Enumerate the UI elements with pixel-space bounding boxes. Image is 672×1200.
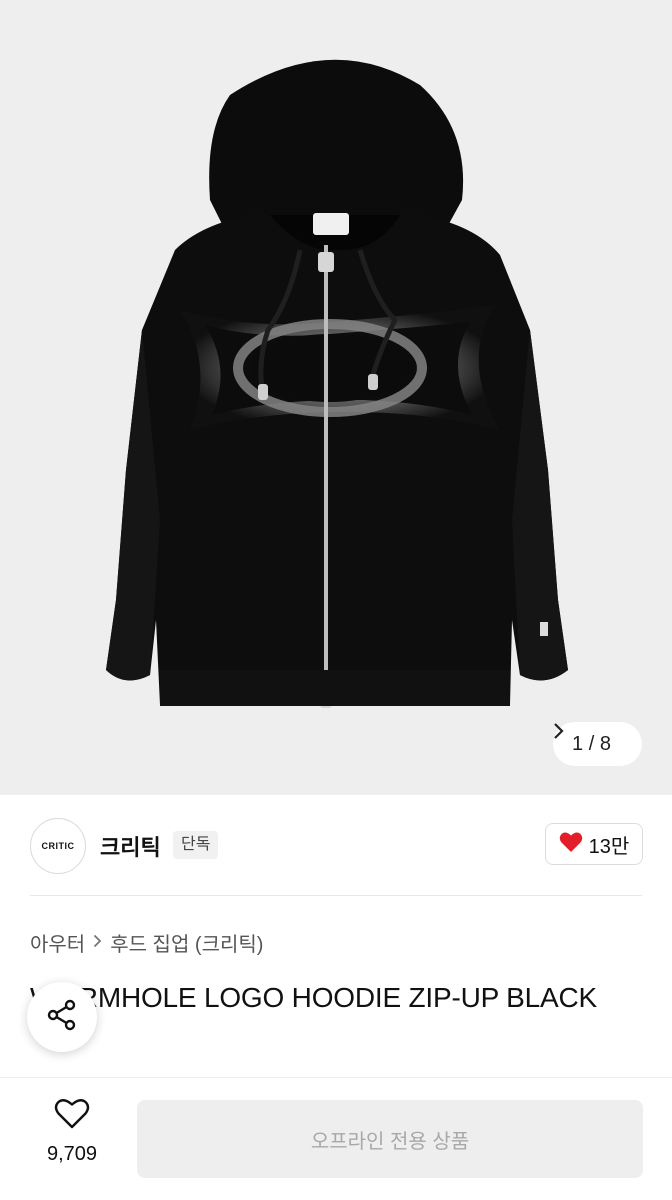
product-image[interactable]: 1 / 8 <box>0 0 672 795</box>
breadcrumb-category[interactable]: 아우터 <box>30 928 85 957</box>
offline-only-button[interactable]: 오프라인 전용 상품 <box>137 1100 643 1178</box>
bottom-action-bar: 9,709 오프라인 전용 상품 <box>0 1077 672 1200</box>
brand-logo[interactable]: CRITIC <box>30 818 86 874</box>
heart-outline-icon <box>54 1099 90 1134</box>
pager-text: 1 / 8 <box>572 732 611 755</box>
share-button[interactable] <box>27 982 97 1052</box>
breadcrumb-subcategory[interactable]: 후드 집업 (크리틱) <box>110 928 263 957</box>
product-title: WORMHOLE LOGO HOODIE ZIP-UP BLACK <box>30 982 597 1013</box>
brand-like-button[interactable]: 13만 <box>545 823 643 865</box>
brand-like-count: 13만 <box>588 835 630 858</box>
divider <box>30 895 642 896</box>
share-icon <box>45 998 79 1037</box>
wishlist-button[interactable]: 9,709 <box>30 1098 114 1166</box>
brand-row: CRITIC 크리틱 단독 13만 <box>0 795 672 895</box>
brand-name[interactable]: 크리틱 <box>100 830 161 862</box>
breadcrumb: 아우터 후드 집업 (크리틱) <box>30 928 263 957</box>
hoodie-illustration <box>106 59 568 708</box>
exclusive-badge: 단독 <box>173 831 219 859</box>
heart-icon <box>559 831 583 858</box>
image-pager[interactable]: 1 / 8 <box>553 722 642 766</box>
chevron-right-icon <box>93 931 102 954</box>
wishlist-count: 9,709 <box>46 1143 98 1165</box>
